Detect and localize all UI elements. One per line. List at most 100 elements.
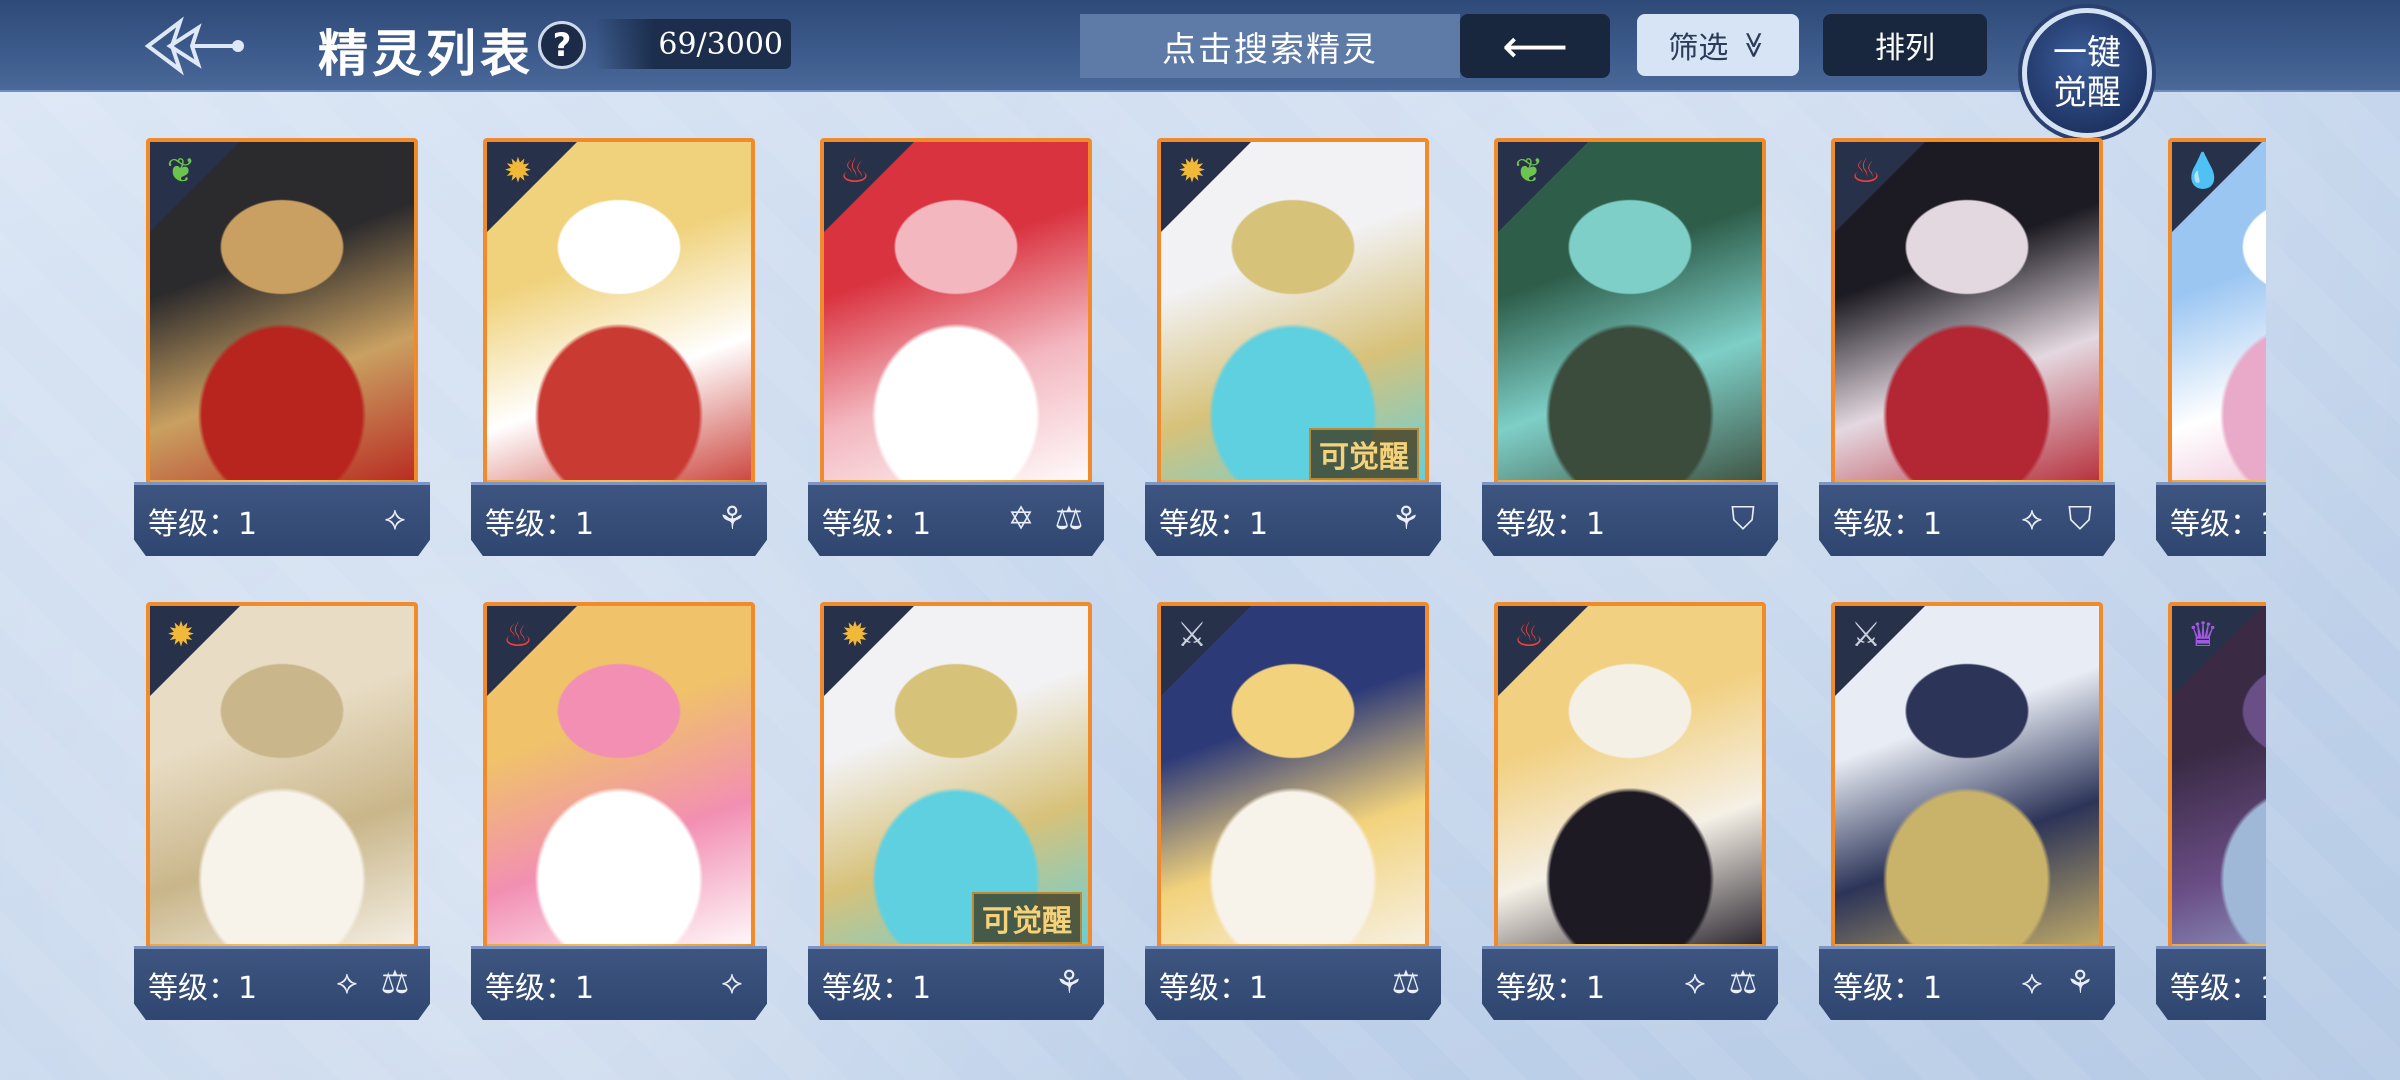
scale-icon: ⚖	[1391, 963, 1421, 1001]
filter-button[interactable]: 筛选 ≫	[1637, 14, 1799, 76]
back-arrow-button[interactable]: ⟵	[1460, 14, 1610, 78]
skill-icons: ⟡	[374, 497, 416, 539]
card-portrait: ⚔	[1157, 602, 1429, 960]
card-portrait: ⚔	[1831, 602, 2103, 960]
level-label: 等级：1	[2170, 971, 2266, 1006]
claw-icon: ⟡	[336, 962, 358, 1001]
card-portrait: ✹ 可觉醒	[1157, 138, 1429, 496]
book-icon: ⚘	[1054, 963, 1084, 1001]
level-bar: 等级：1 ✡ ⚖	[808, 482, 1104, 556]
sprite-card[interactable]: ✹ 可觉醒等级：1 ⚘	[1145, 132, 1441, 560]
wood-icon: ❦	[166, 151, 196, 191]
level-label: 等级：1	[1833, 507, 1943, 542]
scale-icon: ⚖	[1728, 963, 1758, 1001]
card-portrait: ♨	[820, 138, 1092, 496]
claw-icon: ⟡	[721, 962, 743, 1001]
fire-icon: ♨	[1513, 615, 1545, 655]
shield-icon: ⛉	[1730, 498, 1755, 537]
claw-icon: ⟡	[384, 498, 406, 537]
back-arrow-icon: ⟵	[1502, 19, 1568, 73]
level-label: 等级：1	[485, 507, 595, 542]
level-label: 等级：1	[822, 971, 932, 1006]
water-icon: 💧	[2181, 151, 2225, 191]
level-bar: 等级：1 ⚖	[1145, 946, 1441, 1020]
star-icon: ✡	[1007, 499, 1035, 537]
sprite-card[interactable]: ✹ 等级：1 ⟡ ⚖	[134, 596, 430, 1024]
level-bar: 等级：1 ⟡	[134, 482, 430, 556]
help-button[interactable]: ?	[538, 21, 586, 69]
level-bar: 等级：1	[2156, 482, 2266, 556]
skill-icons: ⚖	[1385, 961, 1427, 1003]
level-bar: 等级：1 ⟡ ⛉	[1819, 482, 2115, 556]
skill-icons: ⟡ ⚖	[326, 961, 416, 1003]
neutral-icon: ⚔	[1176, 615, 1208, 655]
fire-icon: ♨	[1850, 151, 1882, 191]
level-label: 等级：1	[1833, 971, 1943, 1006]
level-label: 等级：1	[148, 971, 258, 1006]
card-portrait: ♨	[1831, 138, 2103, 496]
level-label: 等级：1	[1159, 507, 1269, 542]
scale-icon: ⚖	[1054, 499, 1084, 537]
level-label: 等级：1	[1496, 507, 1606, 542]
fire-icon: ♨	[839, 151, 871, 191]
skill-icons: ⟡	[711, 961, 753, 1003]
card-portrait: ♛	[2168, 602, 2266, 960]
skill-icons: ⟡ ⚘	[2011, 961, 2101, 1003]
skill-icons: ⚘	[711, 497, 753, 539]
scale-icon: ⚖	[380, 963, 410, 1001]
search-input[interactable]: 点击搜索精灵	[1080, 14, 1460, 78]
card-portrait: 💧	[2168, 138, 2266, 496]
card-portrait: ♨	[1494, 602, 1766, 960]
sprite-card[interactable]: ♨ 等级：1 ⟡ ⚖	[1482, 596, 1778, 1024]
card-portrait: ♨	[483, 602, 755, 960]
level-bar: 等级：1 ⟡	[471, 946, 767, 1020]
sprite-card[interactable]: ♨ 等级：1 ⟡	[471, 596, 767, 1024]
card-portrait: ✹	[483, 138, 755, 496]
sun-icon: ✹	[1177, 151, 1207, 191]
level-bar: 等级：1	[2156, 946, 2266, 1020]
level-bar: 等级：1 ⟡ ⚖	[1482, 946, 1778, 1020]
skill-icons: ⟡ ⛉	[2011, 497, 2101, 539]
book-icon: ⚘	[2065, 963, 2095, 1001]
sprite-card[interactable]: ⚔ 等级：1 ⚖	[1145, 596, 1441, 1024]
sun-icon: ✹	[840, 615, 870, 655]
chevron-down-icon: ≫	[1739, 31, 1769, 59]
sprite-card[interactable]: ✹ 可觉醒 等级：1 ⚘	[808, 596, 1104, 1024]
filter-label: 筛选	[1668, 31, 1729, 66]
sprite-card[interactable]: ❦ 等级：1 ⟡	[134, 132, 430, 560]
sort-button[interactable]: 排列	[1823, 14, 1987, 76]
sprite-card[interactable]: ♨ 等级：1 ✡ ⚖	[808, 132, 1104, 560]
level-label: 等级：1	[822, 507, 932, 542]
skill-icons: ⚘	[1385, 497, 1427, 539]
level-bar: 等级：1 ⚘	[1145, 482, 1441, 556]
level-label: 等级：1	[1496, 971, 1606, 1006]
level-label: 等级：1	[485, 971, 595, 1006]
one-click-awaken-button[interactable]: 一键 觉醒	[2022, 8, 2152, 138]
level-bar: 等级：1 ⟡ ⚘	[1819, 946, 2115, 1020]
fire-icon: ♨	[502, 615, 534, 655]
sun-icon: ✹	[166, 615, 196, 655]
neutral-icon: ⚔	[1850, 615, 1882, 655]
sprite-card[interactable]: ❦ 等级：1 ⛉	[1482, 132, 1778, 560]
sprite-card[interactable]: ✹ 等级：1 ⚘	[471, 132, 767, 560]
sprite-card[interactable]: 💧 等级：1	[2156, 132, 2266, 560]
level-bar: 等级：1 ⚘	[808, 946, 1104, 1020]
awakenable-tag: 可觉醒	[1309, 428, 1419, 480]
level-label: 等级：1	[1159, 971, 1269, 1006]
skill-icons: ⚘	[1048, 961, 1090, 1003]
claw-icon: ⟡	[2021, 498, 2043, 537]
sprite-card-grid: ❦ 等级：1 ⟡ ✹ 等级：1 ⚘ ♨ 等级：1 ✡ ⚖ ✹ 可觉醒 等级：1 ⚘ ❦ 等级：1 ⛉ ♨ 等级：1 ⟡…	[134, 132, 2266, 1032]
sprite-card[interactable]: ♛ 等级：1	[2156, 596, 2266, 1024]
awaken-label-line2: 觉醒	[2053, 73, 2121, 113]
book-icon: ⚘	[717, 499, 747, 537]
page-title: 精灵列表	[318, 25, 534, 83]
sprite-card[interactable]: ⚔ 等级：1 ⟡ ⚘	[1819, 596, 2115, 1024]
card-portrait: ❦	[1494, 138, 1766, 496]
sprite-card[interactable]: ♨ 等级：1 ⟡ ⛉	[1819, 132, 2115, 560]
shield-icon: ⛉	[2067, 498, 2092, 537]
level-bar: 等级：1 ⟡ ⚖	[134, 946, 430, 1020]
level-label: 等级：1	[2170, 507, 2266, 542]
skill-icons: ⟡ ⚖	[1674, 961, 1764, 1003]
level-bar: 等级：1 ⛉	[1482, 482, 1778, 556]
dark-icon: ♛	[2187, 615, 2219, 655]
